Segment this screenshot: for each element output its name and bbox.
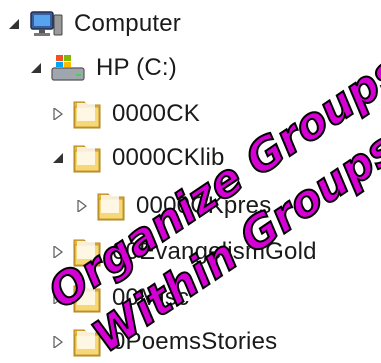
tree-item-drive[interactable]: HP (C:) [30, 48, 177, 88]
folder-icon [72, 98, 102, 130]
collapsed-arrow-icon[interactable] [52, 336, 64, 348]
tree-item-folder[interactable]: 0000CK [52, 94, 200, 134]
computer-label: Computer [74, 10, 181, 37]
tree-item-computer[interactable]: Computer [8, 4, 181, 44]
collapsed-arrow-icon[interactable] [52, 108, 64, 120]
computer-icon [28, 9, 64, 39]
expanded-arrow-icon[interactable] [8, 18, 20, 30]
drive-label: HP (C:) [96, 54, 177, 81]
folder-icon [96, 190, 126, 222]
folder-label: 0000CK [112, 100, 200, 127]
collapsed-arrow-icon[interactable] [76, 200, 88, 212]
expanded-arrow-icon[interactable] [30, 62, 42, 74]
drive-windows-icon [50, 53, 86, 83]
folder-icon [72, 142, 102, 174]
expanded-arrow-icon[interactable] [52, 152, 64, 164]
collapsed-arrow-icon[interactable] [52, 246, 64, 258]
tree-item-folder[interactable]: 0PoemsStories [52, 322, 277, 362]
